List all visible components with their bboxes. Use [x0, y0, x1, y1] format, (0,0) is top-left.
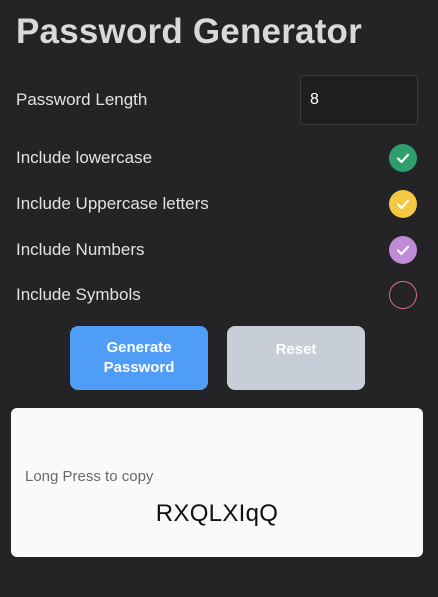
password-length-label: Password Length	[16, 90, 148, 109]
numbers-checkbox[interactable]	[389, 236, 417, 264]
option-symbols-row: Include Symbols	[16, 275, 418, 315]
option-lowercase-row: Include lowercase	[16, 138, 418, 178]
generated-password[interactable]: RXQLXIqQ	[11, 500, 423, 528]
option-symbols-label: Include Symbols	[16, 285, 141, 304]
checkmark-icon	[396, 245, 410, 256]
option-numbers-row: Include Numbers	[16, 230, 418, 270]
reset-button[interactable]: Reset	[227, 326, 365, 390]
copy-hint: Long Press to copy	[25, 468, 154, 485]
option-numbers-label: Include Numbers	[16, 240, 145, 259]
lowercase-checkbox[interactable]	[389, 144, 417, 172]
page-title: Password Generator	[16, 12, 362, 51]
symbols-checkbox[interactable]	[389, 281, 417, 309]
checkmark-icon	[396, 153, 410, 164]
result-card[interactable]: Long Press to copy RXQLXIqQ	[11, 408, 423, 557]
checkmark-icon	[396, 199, 410, 210]
password-length-input[interactable]: 8	[300, 75, 418, 125]
option-uppercase-row: Include Uppercase letters	[16, 184, 418, 224]
option-lowercase-label: Include lowercase	[16, 148, 153, 167]
generate-password-button[interactable]: Generate Password	[70, 326, 208, 390]
password-length-row: Password Length 8	[16, 75, 418, 125]
uppercase-checkbox[interactable]	[389, 190, 417, 218]
option-uppercase-label: Include Uppercase letters	[16, 194, 209, 213]
